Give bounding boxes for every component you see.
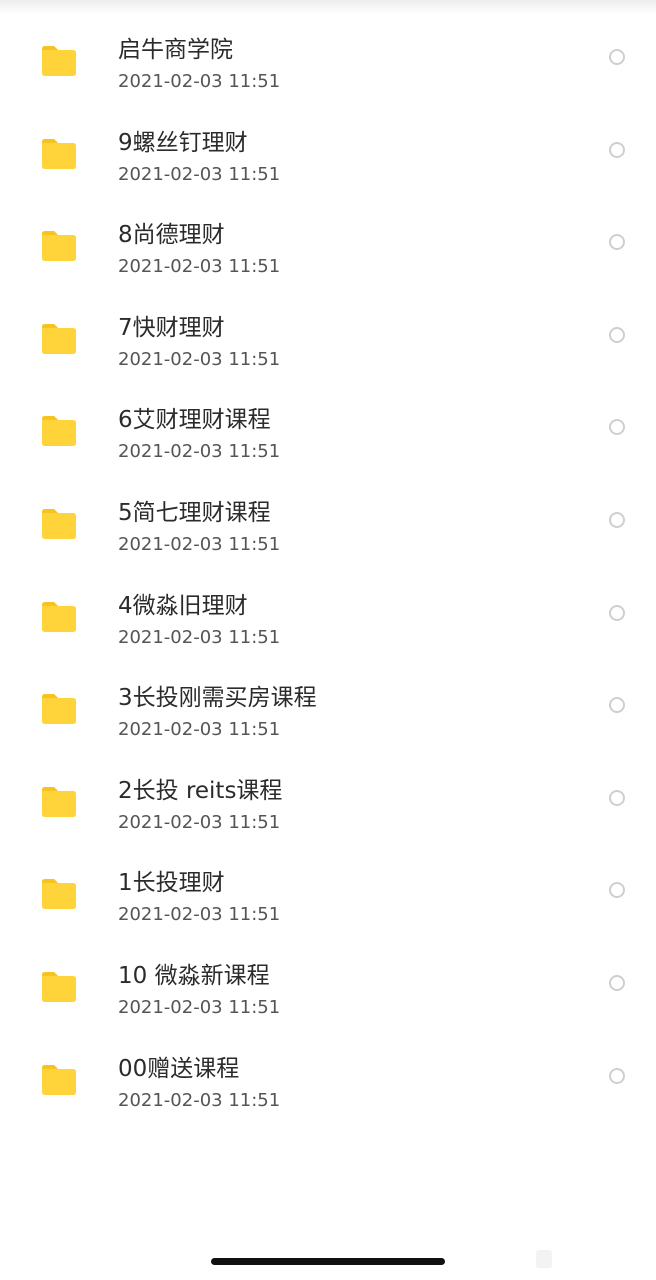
folder-icon: [40, 137, 78, 170]
folder-name: 6艾财理财课程: [118, 407, 271, 434]
folder-modified-date: 2021-02-03 11:51: [118, 163, 281, 185]
folder-icon: [40, 229, 78, 262]
folder-modified-date: 2021-02-03 11:51: [118, 348, 281, 370]
folder-modified-date: 2021-02-03 11:51: [118, 904, 281, 926]
folder-modified-date: 2021-02-03 11:51: [118, 533, 281, 555]
select-radio[interactable]: [609, 49, 625, 65]
folder-modified-date: 2021-02-03 11:51: [118, 811, 281, 833]
folder-name: 10 微淼新课程: [118, 962, 270, 989]
folder-row[interactable]: 00赠送课程 2021-02-03 11:51: [0, 1039, 656, 1132]
folder-modified-date: 2021-02-03 11:51: [118, 256, 281, 278]
folder-modified-date: 2021-02-03 11:51: [118, 626, 281, 648]
select-radio[interactable]: [609, 234, 625, 251]
select-radio[interactable]: [609, 419, 625, 436]
folder-icon: [40, 877, 78, 910]
folder-row[interactable]: 3长投刚需买房课程 2021-02-03 11:51: [0, 668, 656, 761]
folder-icon: [40, 785, 78, 818]
select-radio[interactable]: [609, 326, 625, 343]
file-list: 启牛商学院 2021-02-03 11:51 9螺丝钉理财 2021-02-03…: [0, 20, 656, 1131]
folder-name: 5简七理财课程: [118, 499, 271, 526]
select-radio[interactable]: [609, 511, 625, 528]
folder-icon: [40, 44, 78, 77]
folder-modified-date: 2021-02-03 11:51: [118, 441, 281, 463]
select-radio[interactable]: [609, 697, 625, 714]
folder-icon: [40, 600, 78, 633]
file-browser-screen: 启牛商学院 2021-02-03 11:51 9螺丝钉理财 2021-02-03…: [0, 0, 656, 1280]
select-radio[interactable]: [609, 882, 625, 899]
select-radio[interactable]: [609, 789, 625, 806]
folder-icon: [40, 507, 78, 540]
folder-modified-date: 2021-02-03 11:51: [118, 1089, 281, 1111]
folder-row[interactable]: 6艾财理财课程 2021-02-03 11:51: [0, 390, 656, 483]
select-radio[interactable]: [609, 604, 625, 621]
select-radio[interactable]: [609, 141, 625, 158]
folder-name: 4微淼旧理财: [118, 592, 248, 619]
folder-row[interactable]: 8尚德理财 2021-02-03 11:51: [0, 205, 656, 298]
folder-icon: [40, 970, 78, 1003]
folder-name: 1长投理财: [118, 870, 225, 897]
folder-row[interactable]: 5简七理财课程 2021-02-03 11:51: [0, 483, 656, 576]
folder-name: 启牛商学院: [118, 37, 233, 63]
folder-name: 8尚德理财: [118, 222, 225, 249]
folder-icon: [40, 414, 78, 447]
folder-row[interactable]: 2长投 reits课程 2021-02-03 11:51: [0, 761, 656, 854]
folder-name: 2长投 reits课程: [118, 777, 283, 804]
folder-icon: [40, 322, 78, 355]
folder-row[interactable]: 7快财理财 2021-02-03 11:51: [0, 298, 656, 391]
home-indicator[interactable]: [211, 1258, 445, 1265]
top-bar-shadow: [0, 0, 656, 14]
folder-name: 9螺丝钉理财: [118, 129, 248, 156]
folder-modified-date: 2021-02-03 11:51: [118, 996, 281, 1018]
folder-name: 00赠送课程: [118, 1055, 240, 1082]
folder-icon: [40, 692, 78, 725]
folder-row[interactable]: 启牛商学院 2021-02-03 11:51: [0, 20, 656, 113]
select-radio[interactable]: [609, 1067, 625, 1084]
faint-overlay-icon: [536, 1250, 552, 1268]
folder-row[interactable]: 4微淼旧理财 2021-02-03 11:51: [0, 576, 656, 669]
select-radio[interactable]: [609, 974, 625, 991]
folder-name: 7快财理财: [118, 314, 225, 341]
folder-modified-date: 2021-02-03 11:51: [118, 71, 281, 92]
folder-icon: [40, 1063, 78, 1096]
folder-row[interactable]: 1长投理财 2021-02-03 11:51: [0, 853, 656, 946]
folder-modified-date: 2021-02-03 11:51: [118, 719, 281, 741]
folder-row[interactable]: 10 微淼新课程 2021-02-03 11:51: [0, 946, 656, 1039]
folder-row[interactable]: 9螺丝钉理财 2021-02-03 11:51: [0, 113, 656, 206]
folder-name: 3长投刚需买房课程: [118, 685, 317, 712]
